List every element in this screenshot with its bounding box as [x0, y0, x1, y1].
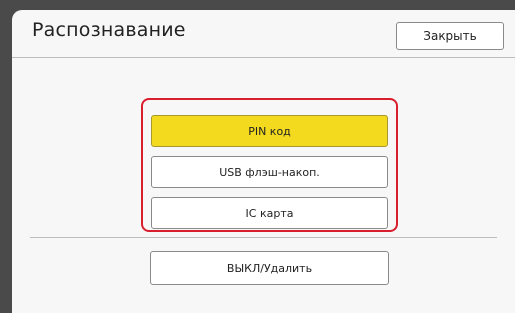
off-delete-button[interactable]: ВЫКЛ/Удалить	[150, 251, 389, 285]
ic-card-button[interactable]: IC карта	[151, 197, 388, 229]
usb-flash-button[interactable]: USB флэш-накоп.	[151, 156, 388, 188]
panel-header: Распознавание Закрыть	[12, 10, 515, 58]
close-button[interactable]: Закрыть	[396, 22, 504, 50]
divider	[30, 237, 497, 238]
page-title: Распознавание	[32, 19, 186, 41]
auth-method-group: PIN код USB флэш-накоп. IC карта	[141, 98, 398, 232]
recognition-panel: Распознавание Закрыть PIN код USB флэш-н…	[12, 10, 515, 313]
pin-code-button[interactable]: PIN код	[151, 115, 388, 147]
